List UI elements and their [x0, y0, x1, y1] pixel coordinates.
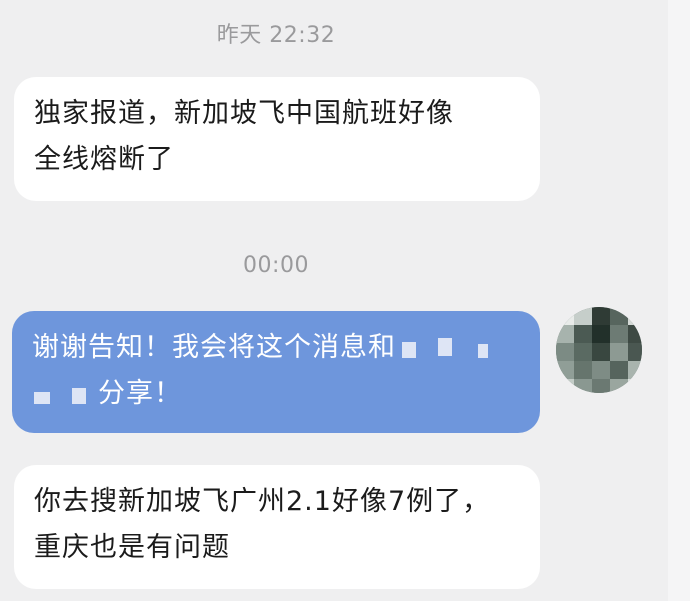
message-bubble-incoming-1[interactable]: 独家报道，新加坡飞中国航班好像 全线熔断了	[14, 77, 540, 201]
message-bubble-outgoing[interactable]: 谢谢告知！我会将这个消息和 分享！	[12, 311, 540, 433]
message-text: 分享！	[98, 378, 182, 409]
timestamp-yesterday: 昨天 22:32	[216, 23, 336, 48]
redaction-mask	[32, 384, 98, 406]
message-line: 重庆也是有问题	[34, 532, 230, 563]
message-bubble-incoming-2[interactable]: 你去搜新加坡飞广州2.1好像7例了， 重庆也是有问题	[14, 465, 540, 589]
message-line: 谢谢告知！我会将这个消息和	[32, 325, 520, 371]
scrollbar-track[interactable]	[668, 0, 690, 601]
message-line: 独家报道，新加坡飞中国航班好像	[34, 98, 454, 129]
message-line: 分享！	[32, 371, 520, 417]
avatar[interactable]	[556, 307, 642, 393]
message-line: 全线熔断了	[34, 144, 174, 175]
message-line: 你去搜新加坡飞广州2.1好像7例了，	[34, 486, 491, 517]
timestamp-midnight: 00:00	[243, 253, 309, 278]
message-text: 谢谢告知！我会将这个消息和	[32, 332, 396, 363]
redaction-mask	[396, 337, 492, 360]
